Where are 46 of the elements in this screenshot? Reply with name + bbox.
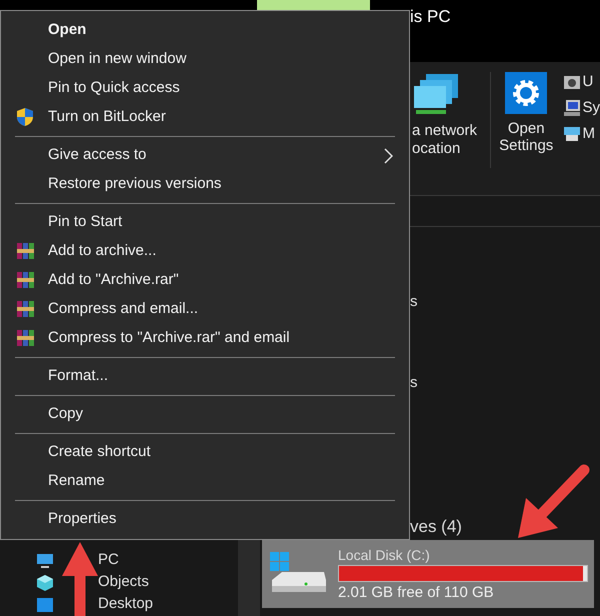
nav-item[interactable]: Objects	[98, 571, 149, 594]
open-settings-button[interactable]: Open Settings	[498, 72, 554, 195]
menu-item[interactable]: Add to "Archive.rar"	[1, 266, 409, 295]
ribbon-label: U	[582, 72, 594, 92]
menu-item[interactable]: Rename	[1, 467, 409, 496]
group-header: ves (4)	[410, 516, 463, 538]
menu-item[interactable]: Give access to	[1, 141, 409, 170]
menu-item[interactable]: Copy	[1, 400, 409, 429]
settings-icon	[505, 72, 548, 114]
ribbon-label: M	[582, 124, 595, 144]
menu-item[interactable]: Add to archive...	[1, 237, 409, 266]
drive-tile[interactable]: Local Disk (C:) 2.01 GB free of 110 GB	[262, 540, 594, 608]
menu-item[interactable]: Turn on BitLocker	[1, 103, 409, 132]
menu-item[interactable]: Open	[1, 16, 409, 45]
nav-item[interactable]: PC	[98, 549, 119, 572]
books-icon	[17, 329, 35, 347]
window-title: is PC	[410, 6, 451, 26]
chevron-right-icon	[384, 148, 393, 164]
ribbon-label: a network	[412, 122, 478, 140]
menu-item[interactable]: Create shortcut	[1, 438, 409, 467]
books-icon	[17, 300, 35, 318]
monitor-icon	[36, 552, 54, 568]
computer-icon	[563, 125, 582, 143]
drive-name: Local Disk (C:)	[338, 546, 431, 562]
monitor-icon	[563, 99, 582, 117]
menu-item[interactable]: Format...	[1, 362, 409, 391]
ribbon-label: ocation	[412, 140, 462, 158]
menu-item[interactable]: Properties	[1, 505, 409, 534]
menu-item[interactable]: Compress and email...	[1, 295, 409, 324]
desktop-icon	[36, 596, 54, 612]
free-space-text: 2.01 GB free of 110 GB	[338, 584, 495, 602]
menu-item[interactable]: Pin to Quick access	[1, 74, 409, 103]
tab[interactable]	[257, 0, 370, 10]
menu-item[interactable]: Open in new window	[1, 45, 409, 74]
nav-item[interactable]: Desktop	[98, 593, 154, 616]
menu-item[interactable]: Compress to "Archive.rar" and email	[1, 324, 409, 353]
books-icon	[17, 242, 35, 260]
menu-item[interactable]: Pin to Start	[1, 208, 409, 237]
books-icon	[17, 271, 35, 289]
shield-icon	[17, 108, 33, 126]
section-label: s	[410, 292, 418, 312]
camera-icon	[563, 73, 582, 91]
ribbon-label: Sy	[582, 98, 600, 118]
menu-item[interactable]: Restore previous versions	[1, 170, 409, 199]
cube-icon	[36, 574, 54, 592]
section-label: s	[410, 372, 418, 392]
